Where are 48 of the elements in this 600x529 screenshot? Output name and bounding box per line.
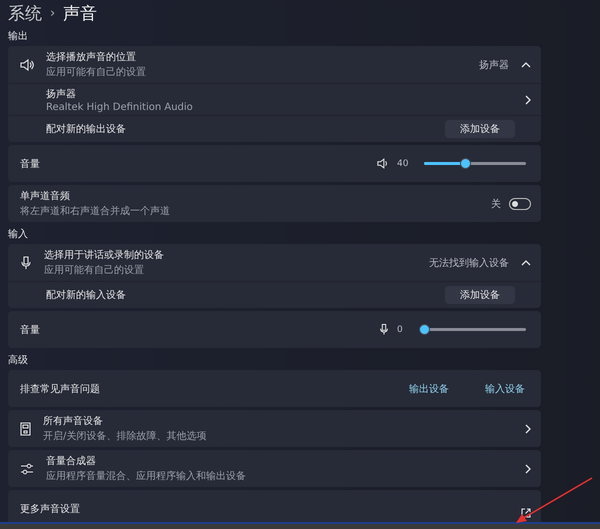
chevron-right-icon[interactable] <box>525 424 531 434</box>
page-title: 声音 <box>63 3 98 25</box>
mixer-icon <box>20 462 34 474</box>
chevron-icon[interactable] <box>521 258 531 266</box>
row-title: 音量合成器 <box>46 454 97 468</box>
toggle-state: 关 <box>491 198 501 210</box>
row-title: 排查常见声音问题 <box>20 382 101 396</box>
row-subtitle: 开启/关闭设备、排除故障、其他选项 <box>43 430 208 443</box>
device-link[interactable]: 输入设备 <box>485 382 525 396</box>
speaker-icon[interactable] <box>377 158 389 169</box>
row-subtitle: 应用程序音量混合、应用程序输入和输出设备 <box>46 470 247 483</box>
section-heading: 输出 <box>8 30 29 44</box>
device-icon <box>20 422 31 436</box>
section-heading: 输入 <box>8 228 29 242</box>
row-subtitle: 将左声道和右声道合并成一个声道 <box>20 204 171 218</box>
row-subtitle: 应用可能有自己的设置 <box>46 66 147 79</box>
microphone-icon <box>20 256 32 270</box>
volume-reading: 0 <box>397 324 404 334</box>
chevron-right-icon[interactable] <box>525 94 531 104</box>
row-title: 配对新的输入设备 <box>46 288 127 302</box>
slider-thumb[interactable] <box>460 159 470 168</box>
speaker-icon <box>20 58 34 70</box>
breadcrumb-parent[interactable]: 系统 <box>8 2 42 25</box>
selected-device: 扬声器 <box>479 58 509 72</box>
add-device-button[interactable]: 添加设备 <box>445 286 515 304</box>
row-subtitle: 应用可能有自己的设置 <box>44 264 145 277</box>
volume-reading: 40 <box>397 158 410 168</box>
add-device-button[interactable]: 添加设备 <box>445 120 515 138</box>
row-title: 配对新的输出设备 <box>46 122 127 136</box>
section-heading: 高级 <box>8 354 29 368</box>
row-title: 音量 <box>20 324 41 336</box>
slider-thumb[interactable] <box>420 325 429 334</box>
external-link-icon[interactable] <box>521 508 531 518</box>
row-title: 选择用于讲话或录制的设备 <box>44 248 165 262</box>
toggle-switch[interactable] <box>509 198 531 210</box>
device-link[interactable]: 输出设备 <box>409 382 449 396</box>
row-title: 选择播放声音的位置 <box>46 50 137 64</box>
chevron-right-icon[interactable] <box>525 464 531 474</box>
row-title: 音量 <box>20 158 41 170</box>
chevron-icon[interactable] <box>521 60 531 68</box>
selected-device: 无法找到输入设备 <box>429 256 509 270</box>
row-title: 所有声音设备 <box>43 414 104 428</box>
breadcrumb-separator: › <box>50 6 56 21</box>
row-subtitle: Realtek High Definition Audio <box>46 102 194 112</box>
row-title: 扬声器 <box>46 88 77 100</box>
microphone-icon[interactable] <box>379 323 389 336</box>
row-title: 单声道音频 <box>20 190 71 203</box>
row-title: 更多声音设置 <box>20 502 81 516</box>
